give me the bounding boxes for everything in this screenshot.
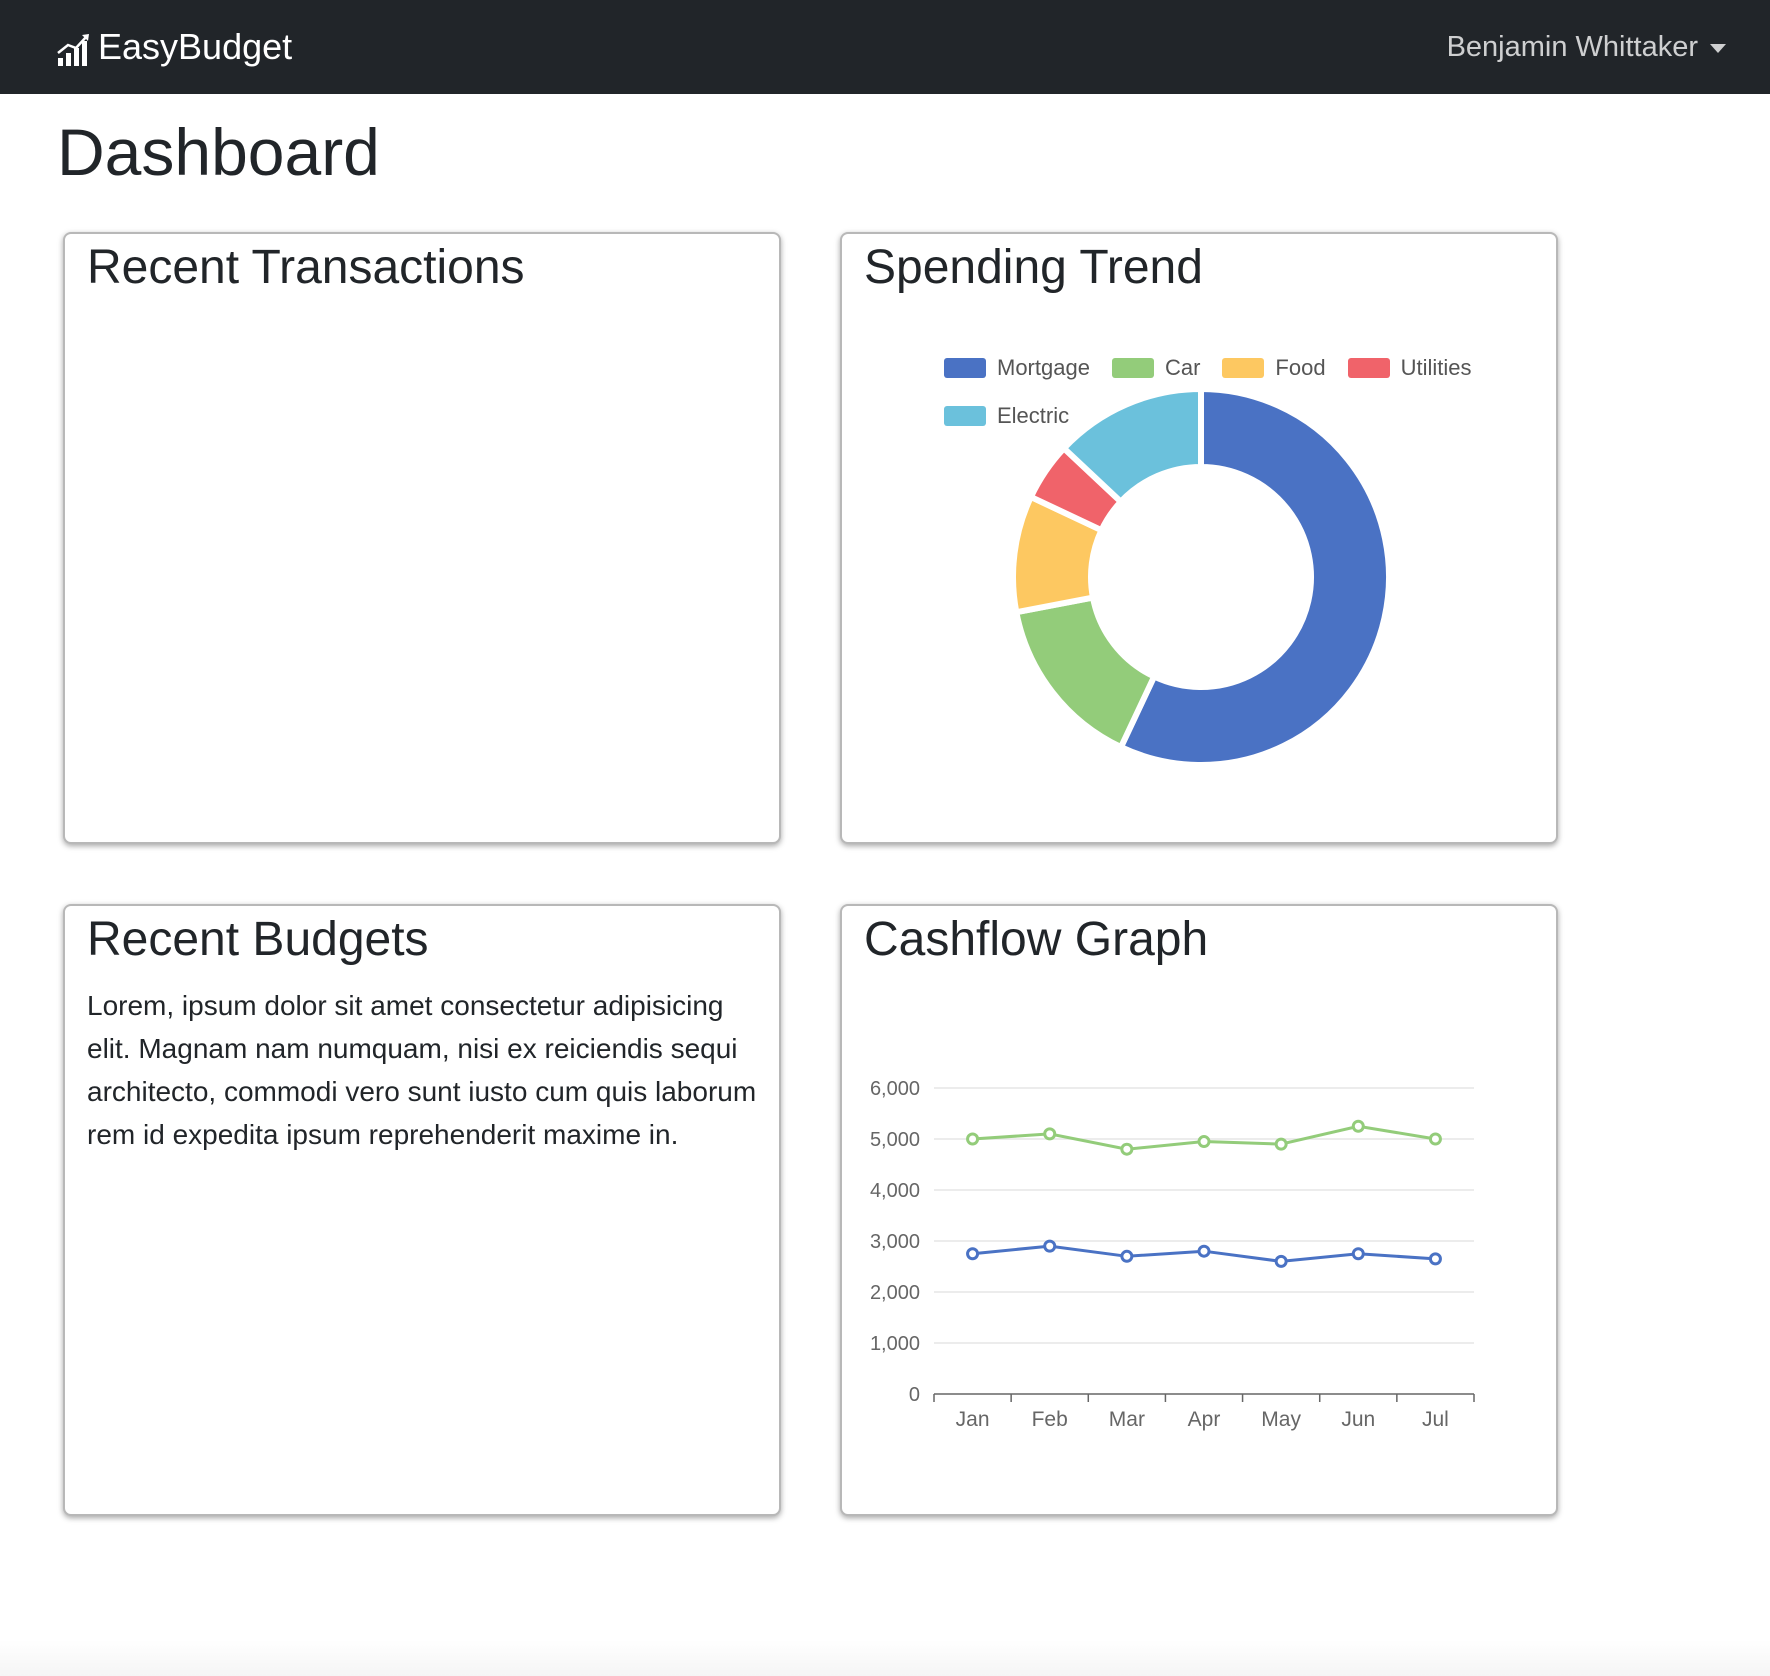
x-tick-label: Jul xyxy=(1422,1408,1449,1431)
recent-transactions-card: Recent Transactions xyxy=(63,232,781,844)
donut-slice-car[interactable] xyxy=(1013,594,1158,751)
recent-budgets-card: Recent Budgets Lorem, ipsum dolor sit am… xyxy=(63,904,781,1516)
y-tick-label: 4,000 xyxy=(870,1180,920,1202)
y-tick-label: 5,000 xyxy=(870,1129,920,1151)
data-point[interactable] xyxy=(1274,1137,1288,1151)
card-title: Recent Transactions xyxy=(87,241,525,294)
cashflow-line-chart: 0 1,000 2,000 3,000 4,000 5,000 6,000 Jan Feb Mar… xyxy=(870,1078,1475,1431)
data-point[interactable] xyxy=(1351,1119,1365,1133)
brand-link[interactable]: EasyBudget xyxy=(56,0,292,94)
data-point[interactable] xyxy=(1197,1244,1211,1258)
spending-doughnut-chart xyxy=(1010,386,1392,768)
x-tick-label: Jun xyxy=(1341,1408,1375,1431)
page-bottom xyxy=(0,1640,1770,1676)
data-point[interactable] xyxy=(1428,1132,1442,1146)
data-point[interactable] xyxy=(1043,1239,1057,1253)
spending-trend-card: Spending Trend Mortgage Car Food Utilities E… xyxy=(840,232,1558,844)
x-tick-label: Mar xyxy=(1109,1408,1145,1431)
user-menu-dropdown[interactable]: Benjamin Whittaker xyxy=(1447,0,1726,94)
data-point[interactable] xyxy=(1043,1127,1057,1141)
y-tick-label: 3,000 xyxy=(870,1231,920,1253)
card-title: Recent Budgets xyxy=(87,913,429,966)
data-point[interactable] xyxy=(1197,1135,1211,1149)
bar-chart-icon xyxy=(57,34,89,66)
page-title: Dashboard xyxy=(57,115,380,189)
user-name: Benjamin Whittaker xyxy=(1446,30,1698,63)
data-point[interactable] xyxy=(1274,1254,1288,1268)
y-tick-label: 2,000 xyxy=(870,1282,920,1304)
data-point[interactable] xyxy=(966,1247,980,1261)
y-tick-label: 6,000 xyxy=(870,1078,920,1100)
x-tick-label: May xyxy=(1261,1408,1301,1431)
data-point[interactable] xyxy=(1428,1252,1442,1266)
y-tick-label: 1,000 xyxy=(870,1333,920,1355)
y-tick-label: 0 xyxy=(909,1384,920,1406)
caret-down-icon xyxy=(1710,43,1726,53)
data-point[interactable] xyxy=(1120,1142,1134,1156)
x-tick-label: Apr xyxy=(1188,1408,1221,1431)
data-point[interactable] xyxy=(1351,1247,1365,1261)
data-point[interactable] xyxy=(966,1132,980,1146)
top-navbar: EasyBudget Benjamin Whittaker xyxy=(0,0,1770,94)
cashflow-graph-card: Cashflow Graph 0 1,000 2,000 3,000 4,000 5,00… xyxy=(840,904,1558,1516)
data-point[interactable] xyxy=(1120,1249,1134,1263)
x-tick-label: Feb xyxy=(1032,1408,1068,1431)
x-tick-label: Jan xyxy=(956,1408,990,1431)
budgets-description: Lorem, ipsum dolor sit amet consectetur … xyxy=(87,990,757,1150)
brand-name: EasyBudget xyxy=(98,26,293,67)
